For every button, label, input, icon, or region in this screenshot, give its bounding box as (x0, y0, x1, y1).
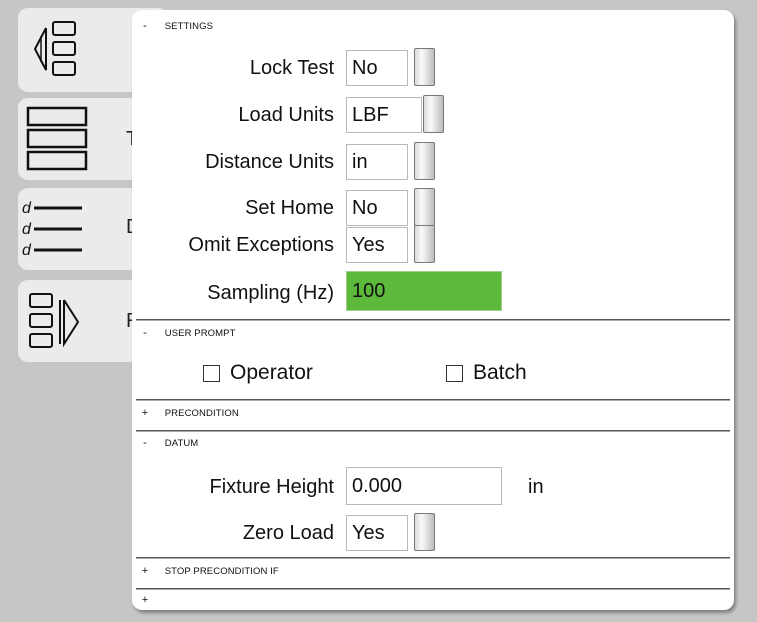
omit-exceptions-field[interactable]: Yes (346, 227, 408, 263)
svg-text:d: d (22, 221, 32, 238)
three-boxes-icon (26, 104, 90, 179)
load-units-field[interactable]: LBF (346, 97, 422, 133)
section-header-precondition[interactable]: + PRECONDITION (136, 407, 730, 423)
omit-exceptions-toggle[interactable] (414, 225, 435, 263)
sampling-field[interactable]: 100 (346, 271, 502, 311)
expand-toggle[interactable]: + (136, 565, 154, 577)
settings-panel: - SETTINGS Lock Test No Load Units LBF D… (132, 10, 734, 610)
section-divider (136, 588, 730, 590)
section-divider (136, 557, 730, 559)
collapse-toggle[interactable]: - (136, 20, 154, 32)
zero-load-label: Zero Load (242, 522, 334, 544)
lock-test-toggle[interactable] (414, 48, 435, 86)
load-units-label: Load Units (238, 104, 334, 126)
operator-option[interactable]: Operator (203, 360, 313, 386)
layout-right-arrow-icon (28, 286, 88, 363)
section-title: SETTINGS (164, 21, 214, 32)
distance-units-toggle[interactable] (414, 142, 435, 180)
section-title: USER PROMPT (164, 328, 236, 339)
batch-checkbox[interactable] (446, 364, 463, 382)
section-title: DATUM (164, 438, 199, 449)
zero-load-toggle[interactable] (414, 513, 435, 551)
fixture-height-unit: in (528, 476, 544, 498)
collapse-toggle[interactable]: - (136, 437, 154, 449)
fixture-height-field[interactable]: 0.000 (346, 467, 502, 505)
collapse-toggle[interactable]: - (136, 327, 154, 339)
distance-units-label: Distance Units (205, 151, 334, 173)
section-title: STOP PRECONDITION IF (164, 566, 279, 577)
expand-toggle[interactable]: + (136, 594, 154, 606)
svg-text:d: d (22, 200, 32, 217)
distance-units-field[interactable]: in (346, 144, 408, 180)
lock-test-field[interactable]: No (346, 50, 408, 86)
section-header-user-prompt[interactable]: - USER PROMPT (136, 327, 730, 343)
set-home-field[interactable]: No (346, 190, 408, 226)
sampling-label: Sampling (Hz) (207, 282, 334, 304)
svg-text:d: d (22, 242, 32, 259)
section-divider (136, 319, 730, 321)
section-title: PRECONDITION (164, 408, 239, 419)
omit-exceptions-label: Omit Exceptions (188, 234, 334, 256)
section-header-more[interactable]: + (136, 594, 730, 610)
fixture-height-label: Fixture Height (209, 476, 335, 498)
set-home-toggle[interactable] (414, 188, 435, 226)
operator-checkbox[interactable] (203, 364, 220, 382)
section-divider (136, 430, 730, 432)
batch-label: Batch (473, 361, 527, 384)
section-header-datum[interactable]: - DATUM (136, 437, 730, 453)
expand-toggle[interactable]: + (136, 407, 154, 419)
load-units-toggle[interactable] (423, 95, 444, 133)
layout-left-arrow-icon (28, 14, 78, 91)
section-divider (136, 399, 730, 401)
section-header-stop-precondition[interactable]: + STOP PRECONDITION IF (136, 565, 730, 581)
operator-label: Operator (230, 361, 313, 384)
set-home-label: Set Home (245, 197, 334, 219)
zero-load-field[interactable]: Yes (346, 515, 408, 551)
batch-option[interactable]: Batch (446, 360, 527, 386)
section-header-settings[interactable]: - SETTINGS (136, 20, 730, 36)
lock-test-label: Lock Test (249, 57, 334, 79)
distance-list-icon: d d d (20, 196, 90, 267)
